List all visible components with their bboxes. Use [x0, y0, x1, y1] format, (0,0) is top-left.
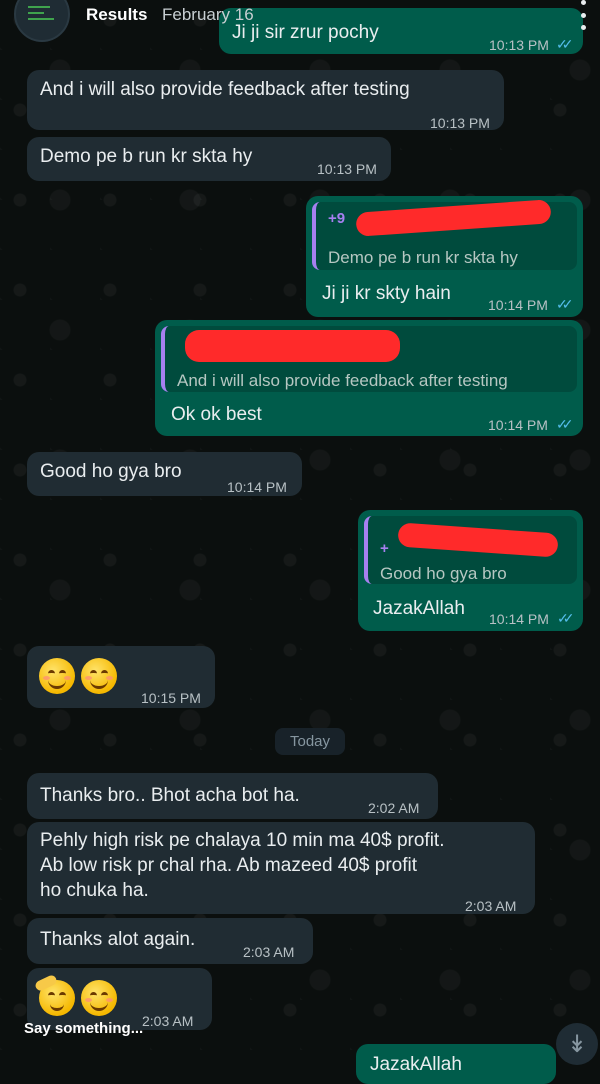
quote-author: +9: [328, 210, 346, 227]
message-bubble-incoming[interactable]: Pehly high risk pe chalaya 10 min ma 40$…: [27, 822, 535, 914]
message-text: And i will also provide feedback after t…: [40, 79, 410, 100]
message-text-line: ho chuka ha.: [40, 880, 149, 901]
saluting-face-icon: [33, 973, 75, 1016]
message-bubble-incoming[interactable]: Demo pe b run kr skta hy 10:13 PM: [27, 137, 391, 181]
date-separator: Today: [275, 728, 345, 755]
message-bubble-incoming[interactable]: Good ho gya bro 10:14 PM: [27, 452, 302, 496]
message-time: 2:03 AM: [142, 1013, 194, 1029]
redaction-mark: [185, 330, 400, 362]
composer-placeholder[interactable]: Say something...: [24, 1020, 143, 1037]
message-text: Thanks bro.. Bhot acha bot ha.: [40, 785, 300, 806]
message-time: 10:14 PM: [488, 417, 548, 433]
smiling-face-icon: [81, 658, 117, 694]
message-text: JazakAllah: [373, 598, 465, 619]
message-bubble-incoming[interactable]: And i will also provide feedback after t…: [27, 70, 504, 131]
message-text-line: Pehly high risk pe chalaya 10 min ma 40$…: [40, 830, 445, 851]
chevron-down-double-icon[interactable]: ↡: [556, 1023, 598, 1065]
quote-text: And i will also provide feedback after t…: [177, 371, 508, 390]
message-bubble-incoming[interactable]: Thanks alot again. 2:03 AM: [27, 918, 313, 964]
message-bubble-outgoing[interactable]: +9 Demo pe b run kr skta hy Ji ji kr skt…: [306, 196, 583, 317]
message-time: 10:13 PM: [430, 115, 490, 131]
chat-date: February 16: [162, 5, 254, 24]
quote-text: Good ho gya bro: [380, 564, 507, 583]
double-check-icon: ✓✓: [556, 296, 574, 312]
message-time: 2:03 AM: [243, 944, 295, 960]
message-time: 10:15 PM: [141, 690, 201, 706]
message-text: Demo pe b run kr skta hy: [40, 146, 253, 167]
message-text: Ok ok best: [171, 404, 262, 425]
message-time: 2:03 AM: [465, 898, 517, 914]
smiling-face-icon: [81, 980, 117, 1016]
message-time: 2:02 AM: [368, 800, 420, 816]
message-bubble-incoming[interactable]: Thanks bro.. Bhot acha bot ha. 2:02 AM: [27, 773, 438, 819]
message-time: 10:13 PM: [317, 161, 377, 177]
message-text: JazakAllah: [370, 1054, 462, 1075]
message-time: 10:14 PM: [489, 611, 549, 627]
quote-author: +: [380, 540, 389, 557]
chat-title[interactable]: Results: [86, 5, 147, 25]
smiling-face-icon: [39, 658, 75, 694]
message-bubble-outgoing[interactable]: JazakAllah: [356, 1044, 556, 1084]
message-time: 10:14 PM: [488, 297, 548, 313]
contact-avatar[interactable]: [14, 0, 70, 42]
more-vertical-icon[interactable]: [578, 0, 588, 30]
message-text: Ji ji kr skty hain: [322, 283, 451, 304]
double-check-icon: ✓✓: [556, 416, 574, 432]
message-time: 10:14 PM: [227, 479, 287, 495]
message-bubble-outgoing[interactable]: + Good ho gya bro JazakAllah 10:14 PM ✓✓: [358, 510, 583, 631]
message-bubble-outgoing[interactable]: And i will also provide feedback after t…: [155, 320, 583, 436]
message-text: Good ho gya bro: [40, 461, 182, 482]
message-text-line: Ab low risk pr chal rha. Ab mazeed 40$ p…: [40, 855, 418, 876]
quote-text: Demo pe b run kr skta hy: [328, 248, 518, 267]
double-check-icon: ✓✓: [557, 610, 575, 626]
message-bubble-incoming[interactable]: 10:15 PM: [27, 646, 215, 708]
chat-header: Results February 16: [0, 0, 600, 42]
message-text: Thanks alot again.: [40, 929, 196, 950]
